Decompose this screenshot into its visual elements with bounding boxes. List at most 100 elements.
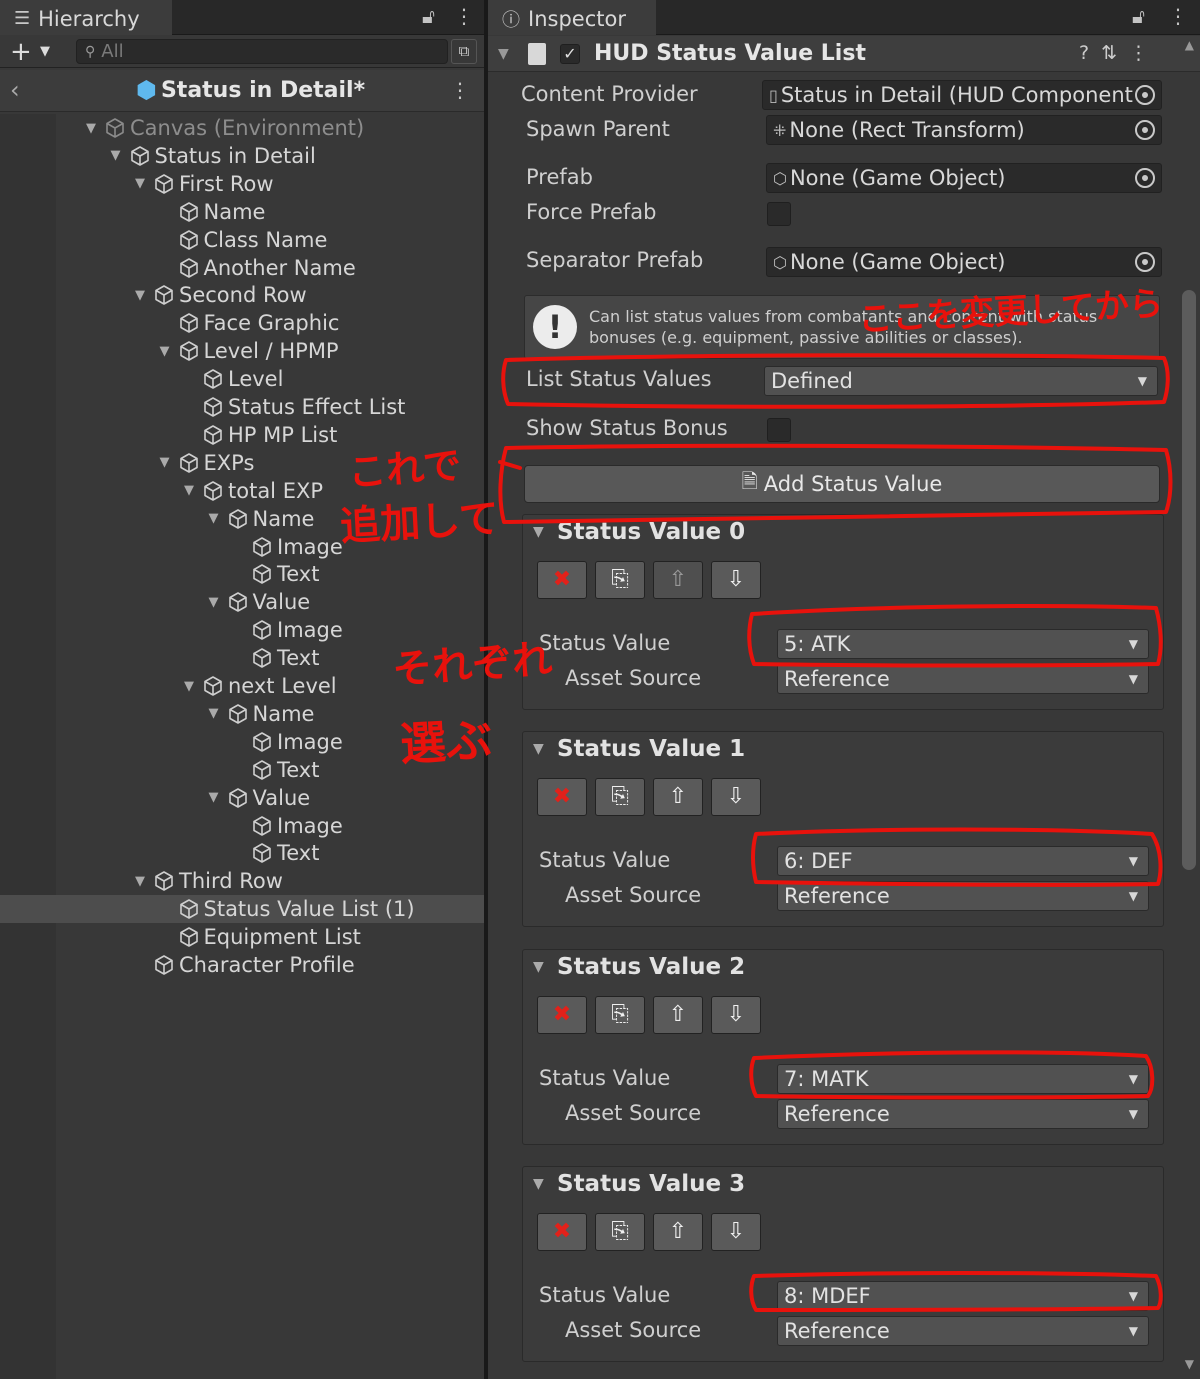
fold-arrow-icon[interactable]: ▼ <box>209 706 227 721</box>
fold-arrow-icon[interactable]: ▼ <box>209 595 227 610</box>
status-value-dropdown[interactable]: 8: MDEF ▼ <box>777 1281 1149 1311</box>
tree-item[interactable]: Another Name <box>0 254 484 282</box>
fold-arrow-icon[interactable]: ▼ <box>184 679 202 694</box>
tree-item[interactable]: Level <box>0 365 484 393</box>
scene-visibility-icon[interactable]: ⧉ <box>451 39 477 64</box>
search-input[interactable]: ⚲ All <box>76 39 448 64</box>
tree-item[interactable]: ▼ Value <box>0 588 484 616</box>
move-up-button[interactable]: ⇧ <box>653 778 703 816</box>
object-picker-icon[interactable] <box>1135 168 1155 188</box>
fold-arrow-icon[interactable]: ▼ <box>184 483 202 498</box>
move-up-button[interactable]: ⇧ <box>653 996 703 1034</box>
move-down-button[interactable]: ⇩ <box>711 561 761 599</box>
asset-source-dropdown[interactable]: Reference ▼ <box>777 664 1149 694</box>
kebab-menu-icon[interactable]: ⋮ <box>1168 4 1188 28</box>
tab-hierarchy[interactable]: ☰ Hierarchy <box>0 0 172 35</box>
list-status-values-dropdown[interactable]: Defined ▼ <box>764 366 1158 396</box>
move-up-button[interactable]: ⇧ <box>653 561 703 599</box>
tree-item[interactable]: ▼ Value <box>0 784 484 812</box>
tree-item[interactable]: Character Profile <box>0 951 484 979</box>
remove-button[interactable]: ✖ <box>537 996 587 1034</box>
spawn-parent-field[interactable]: ⁜ None (Rect Transform) <box>766 115 1162 145</box>
back-arrow-icon[interactable]: ‹ <box>10 76 20 104</box>
scroll-up-icon[interactable]: ▲ <box>1185 38 1194 52</box>
fold-arrow-icon[interactable]: ▼ <box>135 176 153 191</box>
tree-item[interactable]: Status Value List (1) <box>0 895 484 924</box>
object-picker-icon[interactable] <box>1135 252 1155 272</box>
fold-arrow-icon[interactable]: ▼ <box>533 524 551 540</box>
remove-button[interactable]: ✖ <box>537 1213 587 1251</box>
tree-item[interactable]: Status Effect List <box>0 393 484 421</box>
component-header[interactable]: ▼ ✓ HUD Status Value List ?⇅⋮ <box>488 36 1200 72</box>
separator-prefab-field[interactable]: ⬡ None (Game Object) <box>766 247 1162 277</box>
help-icon[interactable]: ? <box>1079 42 1101 64</box>
move-down-button[interactable]: ⇩ <box>711 778 761 816</box>
tree-item[interactable]: Equipment List <box>0 923 484 951</box>
preset-icon[interactable]: ⇅ <box>1101 42 1129 64</box>
copy-button[interactable]: ⎘ <box>595 1213 645 1251</box>
asset-source-dropdown[interactable]: Reference ▼ <box>777 881 1149 911</box>
fold-arrow-icon[interactable]: ▼ <box>160 344 178 359</box>
tab-inspector[interactable]: ⓘ Inspector <box>488 0 656 35</box>
status-value-header[interactable]: ▼ Status Value 0 <box>533 519 745 545</box>
prefab-field[interactable]: ⬡ None (Game Object) <box>766 163 1162 193</box>
scroll-down-icon[interactable]: ▼ <box>1185 1357 1194 1371</box>
object-picker-icon[interactable] <box>1135 85 1155 105</box>
add-icon[interactable]: + <box>10 37 32 67</box>
fold-arrow-icon[interactable]: ▼ <box>533 959 551 975</box>
fold-arrow-icon[interactable]: ▼ <box>533 1176 551 1192</box>
fold-arrow-icon[interactable]: ▼ <box>160 455 178 470</box>
asset-source-dropdown[interactable]: Reference ▼ <box>777 1316 1149 1346</box>
fold-arrow-icon[interactable]: ▼ <box>86 121 104 136</box>
move-down-button[interactable]: ⇩ <box>711 996 761 1034</box>
remove-button[interactable]: ✖ <box>537 778 587 816</box>
fold-arrow-icon[interactable]: ▼ <box>209 511 227 526</box>
status-value-dropdown[interactable]: 5: ATK ▼ <box>777 629 1149 659</box>
content-provider-field[interactable]: ▯ Status in Detail (HUD Component <box>762 80 1162 110</box>
tree-item[interactable]: Image <box>0 812 484 840</box>
tree-item[interactable]: ▼ Level / HPMP <box>0 337 484 365</box>
tree-item[interactable]: ▼ Status in Detail <box>0 142 484 170</box>
status-value-header[interactable]: ▼ Status Value 3 <box>533 1171 745 1197</box>
move-up-button[interactable]: ⇧ <box>653 1213 703 1251</box>
copy-button[interactable]: ⎘ <box>595 996 645 1034</box>
copy-button[interactable]: ⎘ <box>595 561 645 599</box>
force-prefab-checkbox[interactable] <box>767 202 791 226</box>
scrollbar-thumb[interactable] <box>1182 290 1196 870</box>
lock-icon[interactable]: 🔓︎ <box>422 4 435 28</box>
tree-item[interactable]: ▼ First Row <box>0 170 484 198</box>
fold-arrow-icon[interactable]: ▼ <box>135 874 153 889</box>
status-value-dropdown[interactable]: 6: DEF ▼ <box>777 846 1149 876</box>
tree-item[interactable]: ▼ Canvas (Environment) <box>0 114 484 142</box>
fold-arrow-icon[interactable]: ▼ <box>498 46 518 62</box>
kebab-menu-icon[interactable]: ⋮ <box>454 4 474 28</box>
status-value-header[interactable]: ▼ Status Value 1 <box>533 736 745 762</box>
move-down-button[interactable]: ⇩ <box>711 1213 761 1251</box>
object-picker-icon[interactable] <box>1135 120 1155 140</box>
tree-item[interactable]: Name <box>0 198 484 226</box>
tree-item[interactable]: ▼ Second Row <box>0 281 484 309</box>
tree-item[interactable]: Text <box>0 560 484 588</box>
copy-button[interactable]: ⎘ <box>595 778 645 816</box>
fold-arrow-icon[interactable]: ▼ <box>135 288 153 303</box>
kebab-menu-icon[interactable]: ⋮ <box>450 78 470 102</box>
show-status-bonus-checkbox[interactable] <box>767 418 791 442</box>
remove-button[interactable]: ✖ <box>537 561 587 599</box>
add-status-value-button[interactable]: 🗎 Add Status Value <box>524 465 1160 503</box>
fold-arrow-icon[interactable]: ▼ <box>533 741 551 757</box>
lock-icon[interactable]: 🔓︎ <box>1132 4 1145 28</box>
fold-arrow-icon[interactable]: ▼ <box>209 790 227 805</box>
component-enabled-checkbox[interactable]: ✓ <box>560 43 580 64</box>
chevron-down-icon[interactable]: ▼ <box>40 44 50 59</box>
tree-item[interactable]: Text <box>0 839 484 867</box>
tree-item[interactable]: Class Name <box>0 226 484 254</box>
tree-item[interactable]: Face Graphic <box>0 309 484 337</box>
status-value-dropdown[interactable]: 7: MATK ▼ <box>777 1064 1149 1094</box>
fold-arrow-icon[interactable]: ▼ <box>111 148 129 163</box>
tree-item[interactable]: ▼ Third Row <box>0 867 484 895</box>
status-value-header[interactable]: ▼ Status Value 2 <box>533 954 745 980</box>
asset-source-dropdown[interactable]: Reference ▼ <box>777 1099 1149 1129</box>
status-value-selected: 8: MDEF <box>784 1284 871 1308</box>
kebab-menu-icon[interactable]: ⋮ <box>1129 42 1160 64</box>
inspector-tab-label: Inspector <box>528 6 626 31</box>
